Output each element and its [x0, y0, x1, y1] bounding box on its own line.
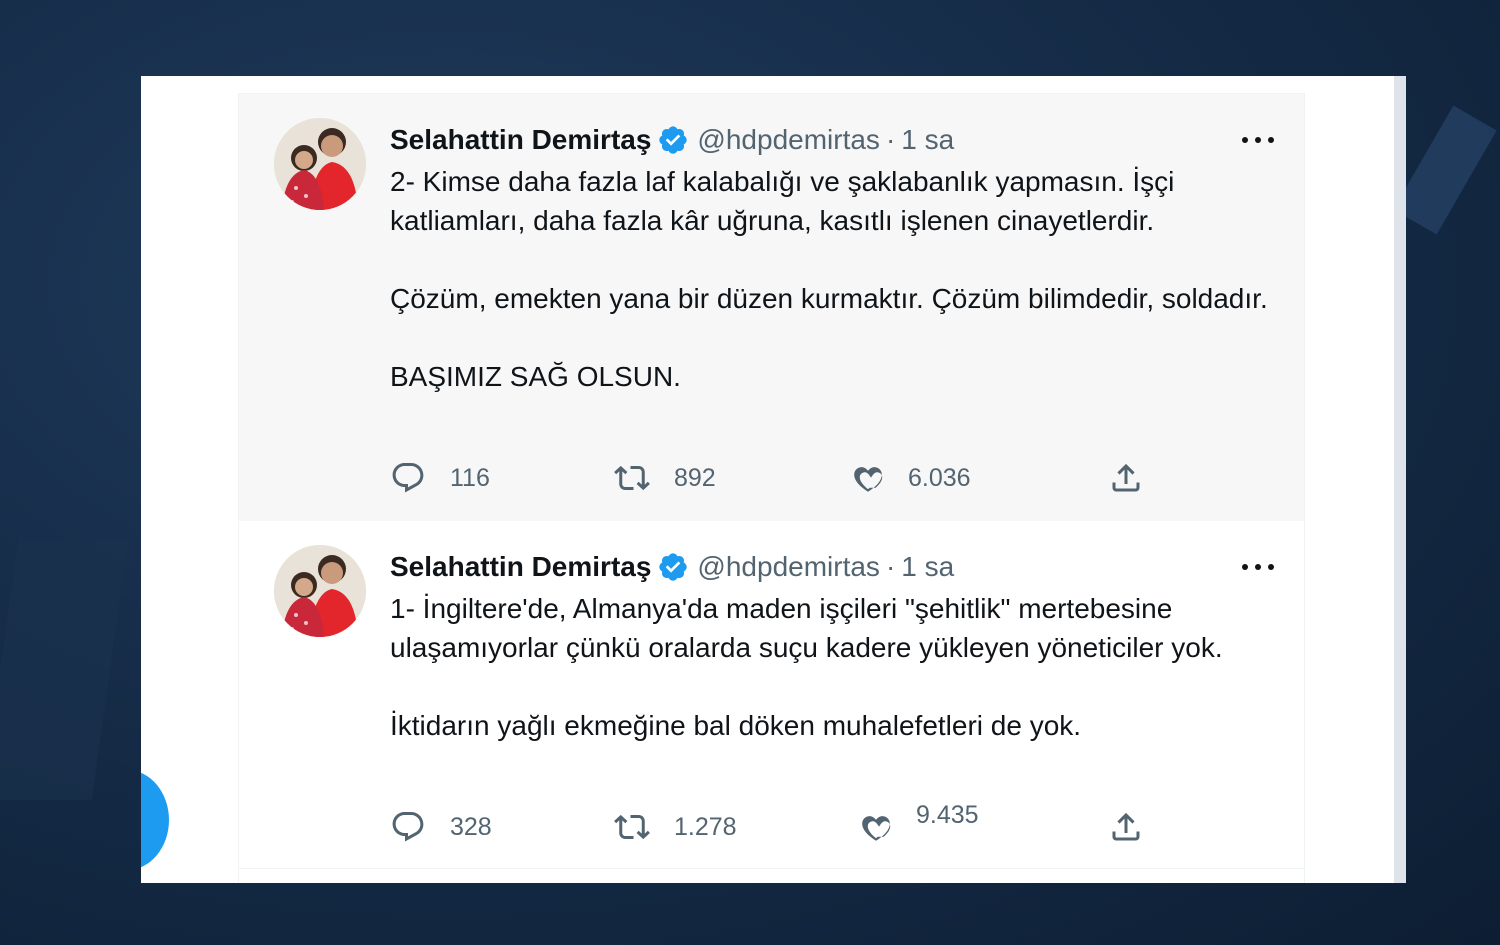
- display-name[interactable]: Selahattin Demirtaş: [390, 551, 651, 583]
- tweet-paragraph: 2- Kimse daha fazla laf kalabalığı ve şa…: [390, 166, 1175, 236]
- like-icon: [862, 816, 891, 841]
- verified-badge-icon: [657, 551, 689, 583]
- avatar-photo: [274, 545, 366, 637]
- tweet-paragraph: 1- İngiltere'de, Almanya'da maden işçile…: [390, 593, 1223, 663]
- background-shape: [0, 540, 129, 800]
- share-button[interactable]: [1108, 807, 1144, 847]
- reply-count: 328: [450, 812, 492, 841]
- retweet-icon: [614, 814, 650, 840]
- timeline: Selahattin Demirtaş @hdpdemirtas · 1 sa …: [238, 93, 1305, 883]
- tweet[interactable]: Selahattin Demirtaş @hdpdemirtas · 1 sa …: [239, 521, 1304, 869]
- background-shape: [1393, 105, 1497, 235]
- reply-button[interactable]: 328: [390, 807, 492, 847]
- share-button[interactable]: [1108, 458, 1144, 498]
- like-count: 9.435: [916, 800, 979, 829]
- reply-button[interactable]: 116: [390, 458, 490, 498]
- separator: ·: [885, 551, 896, 582]
- timestamp[interactable]: 1 sa: [901, 124, 954, 156]
- reply-icon: [392, 463, 424, 493]
- tweet-actions: 116 892 6.036: [390, 458, 1150, 498]
- tweet[interactable]: Selahattin Demirtaş @hdpdemirtas · 1 sa …: [239, 93, 1304, 522]
- avatar[interactable]: [274, 118, 366, 210]
- tweet-paragraph: BAŞIMIZ SAĞ OLSUN.: [390, 361, 681, 392]
- tweet-paragraph: Çözüm, emekten yana bir düzen kurmaktır.…: [390, 283, 1268, 314]
- like-count: 6.036: [908, 463, 971, 492]
- reply-icon: [392, 812, 424, 842]
- share-icon: [1112, 463, 1140, 492]
- like-icon: [854, 467, 883, 492]
- timestamp[interactable]: 1 sa: [901, 551, 954, 583]
- retweet-button[interactable]: 1.278: [614, 807, 737, 847]
- tweet-actions: 328 1.278 9.435: [390, 801, 1150, 847]
- verified-badge-icon: [657, 124, 689, 156]
- like-button[interactable]: 9.435: [858, 801, 979, 847]
- retweet-count: 1.278: [674, 812, 737, 841]
- more-icon[interactable]: [1238, 555, 1278, 579]
- separator: ·: [885, 124, 896, 155]
- tweet-header: Selahattin Demirtaş @hdpdemirtas · 1 sa: [390, 120, 1270, 160]
- tweet-header: Selahattin Demirtaş @hdpdemirtas · 1 sa: [390, 547, 1270, 587]
- avatar[interactable]: [274, 545, 366, 637]
- handle[interactable]: @hdpdemirtas: [697, 551, 880, 583]
- scrollbar[interactable]: [1394, 76, 1406, 883]
- avatar-photo: [274, 118, 366, 210]
- display-name[interactable]: Selahattin Demirtaş: [390, 124, 651, 156]
- retweet-count: 892: [674, 463, 716, 492]
- like-button[interactable]: 6.036: [850, 458, 971, 498]
- tweet-paragraph: İktidarın yağlı ekmeğine bal döken muhal…: [390, 710, 1082, 741]
- compose-button[interactable]: [141, 770, 169, 870]
- handle[interactable]: @hdpdemirtas: [697, 124, 880, 156]
- retweet-button[interactable]: 892: [614, 458, 716, 498]
- retweet-icon: [614, 465, 650, 491]
- share-icon: [1112, 812, 1140, 841]
- reply-count: 116: [450, 463, 490, 492]
- tweet-text: 2- Kimse daha fazla laf kalabalığı ve şa…: [390, 162, 1270, 396]
- more-icon[interactable]: [1238, 128, 1278, 152]
- screenshot-frame: Selahattin Demirtaş @hdpdemirtas · 1 sa …: [141, 76, 1394, 883]
- tweet-text: 1- İngiltere'de, Almanya'da maden işçile…: [390, 589, 1270, 745]
